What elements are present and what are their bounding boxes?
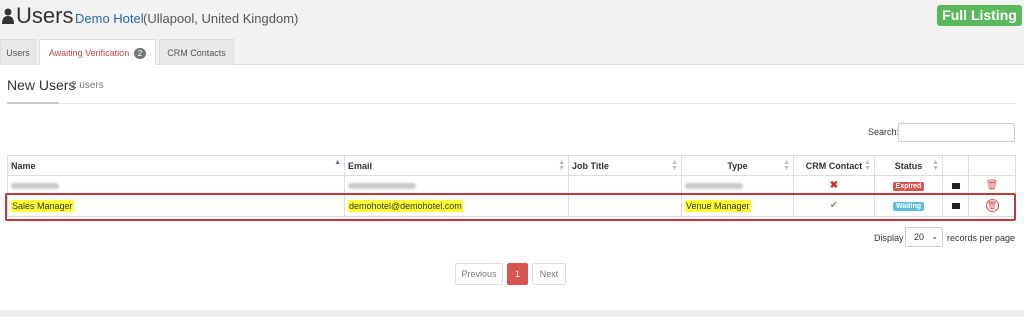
footer-bar [0, 310, 1024, 317]
page-header: Users Demo Hotel (Ullapool, United Kingd… [0, 0, 1024, 36]
user-email: demohotel@demohotel.com [348, 199, 463, 212]
column-header-email[interactable]: Email ▲ ▼ [344, 155, 569, 176]
tab-users-label: Users [6, 48, 30, 58]
column-header-crm-contact[interactable]: CRM Contact ▲ ▼ [793, 155, 875, 176]
user-name: Sales Manager [11, 199, 74, 212]
envelope-icon[interactable] [951, 182, 960, 189]
cell-delete: 🗑 [968, 175, 1016, 195]
user-type: Venue Manager [685, 199, 751, 212]
tab-crm-contacts[interactable]: CRM Contacts [159, 39, 234, 65]
trash-icon[interactable]: 🗑 [986, 180, 999, 191]
redacted-type [685, 182, 743, 189]
envelope-icon[interactable] [951, 203, 960, 210]
column-header-name[interactable]: Name ▲ [7, 155, 345, 176]
cell-status: Expired [874, 175, 943, 195]
search-input[interactable] [898, 123, 1015, 142]
tab-awaiting-verification[interactable]: Awaiting Verification 2 [39, 39, 156, 65]
tab-crm-label: CRM Contacts [167, 48, 226, 58]
cell-job-title [568, 194, 682, 217]
pagination-page-1[interactable]: 1 [507, 263, 528, 285]
table-row[interactable]: Sales Manager demohotel@demohotel.com Ve… [7, 194, 1016, 217]
records-per-page-select[interactable]: 20 ⌄ [905, 227, 943, 247]
sort-icon: ▲ ▼ [932, 159, 939, 172]
status-badge: Waiting [892, 202, 924, 211]
redacted-email [348, 182, 416, 189]
page-title: Users [16, 3, 74, 28]
pagination-previous[interactable]: Previous [455, 263, 503, 285]
table-row[interactable]: ✖ Expired 🗑 [7, 175, 1016, 195]
cell-email [344, 175, 569, 195]
check-icon: ✔ [829, 200, 839, 211]
records-per-page-value: 20 [914, 232, 925, 242]
table-header-row: Name ▲ Email ▲ ▼ Job Title ▲ ▼ Type ▲ ▼ CRM Con… [7, 155, 1016, 176]
records-per-page-label: records per page [947, 233, 1016, 243]
cross-icon: ✖ [829, 179, 839, 191]
section-title: New Users [7, 77, 76, 93]
tab-users[interactable]: Users [0, 39, 36, 65]
status-badge: Expired [892, 181, 925, 191]
cell-status: Waiting [874, 194, 943, 217]
tab-count-badge: 2 [133, 48, 147, 59]
sort-asc-icon: ▲ [334, 159, 341, 166]
search-label: Search: [868, 127, 900, 137]
tabs-bar: Users Awaiting Verification 2 CRM Contac… [0, 36, 1024, 65]
cell-email: demohotel@demohotel.com [344, 194, 569, 217]
cell-name: Sales Manager [7, 194, 345, 217]
users-table: Name ▲ Email ▲ ▼ Job Title ▲ ▼ Type ▲ ▼ CRM Con… [7, 155, 1016, 217]
sort-icon: ▲ ▼ [671, 159, 678, 172]
cell-delete: 🗑 [968, 194, 1016, 217]
section-divider [59, 103, 1015, 104]
cell-type: Venue Manager [681, 194, 794, 217]
cell-crm-contact: ✔ [793, 194, 875, 217]
trash-icon[interactable]: 🗑 [985, 199, 999, 212]
column-header-status[interactable]: Status ▲ ▼ [874, 155, 943, 176]
cell-mail [942, 175, 969, 195]
hotel-location: (Ullapool, United Kingdom) [143, 11, 299, 26]
column-header-mail [942, 155, 969, 176]
pagination-next[interactable]: Next [532, 263, 566, 285]
tab-awaiting-label: Awaiting Verification [48, 48, 130, 58]
user-icon [2, 8, 14, 24]
full-listing-button[interactable]: Full Listing [937, 5, 1022, 26]
title-underline [7, 102, 59, 104]
display-label: Display [874, 233, 904, 243]
user-count: 2 users [71, 80, 104, 91]
cell-job-title [568, 175, 682, 195]
column-header-job-title[interactable]: Job Title ▲ ▼ [568, 155, 682, 176]
redacted-name [11, 182, 59, 189]
column-header-type[interactable]: Type ▲ ▼ [681, 155, 794, 176]
sort-icon: ▲ ▼ [864, 159, 871, 172]
column-header-delete [968, 155, 1016, 176]
cell-name [7, 175, 345, 195]
chevron-down-icon: ⌄ [931, 232, 938, 241]
sort-icon: ▲ ▼ [783, 159, 790, 172]
sort-icon: ▲ ▼ [558, 159, 565, 172]
cell-type [681, 175, 794, 195]
cell-crm-contact: ✖ [793, 175, 875, 195]
hotel-name-link[interactable]: Demo Hotel [75, 11, 144, 26]
cell-mail [942, 194, 969, 217]
